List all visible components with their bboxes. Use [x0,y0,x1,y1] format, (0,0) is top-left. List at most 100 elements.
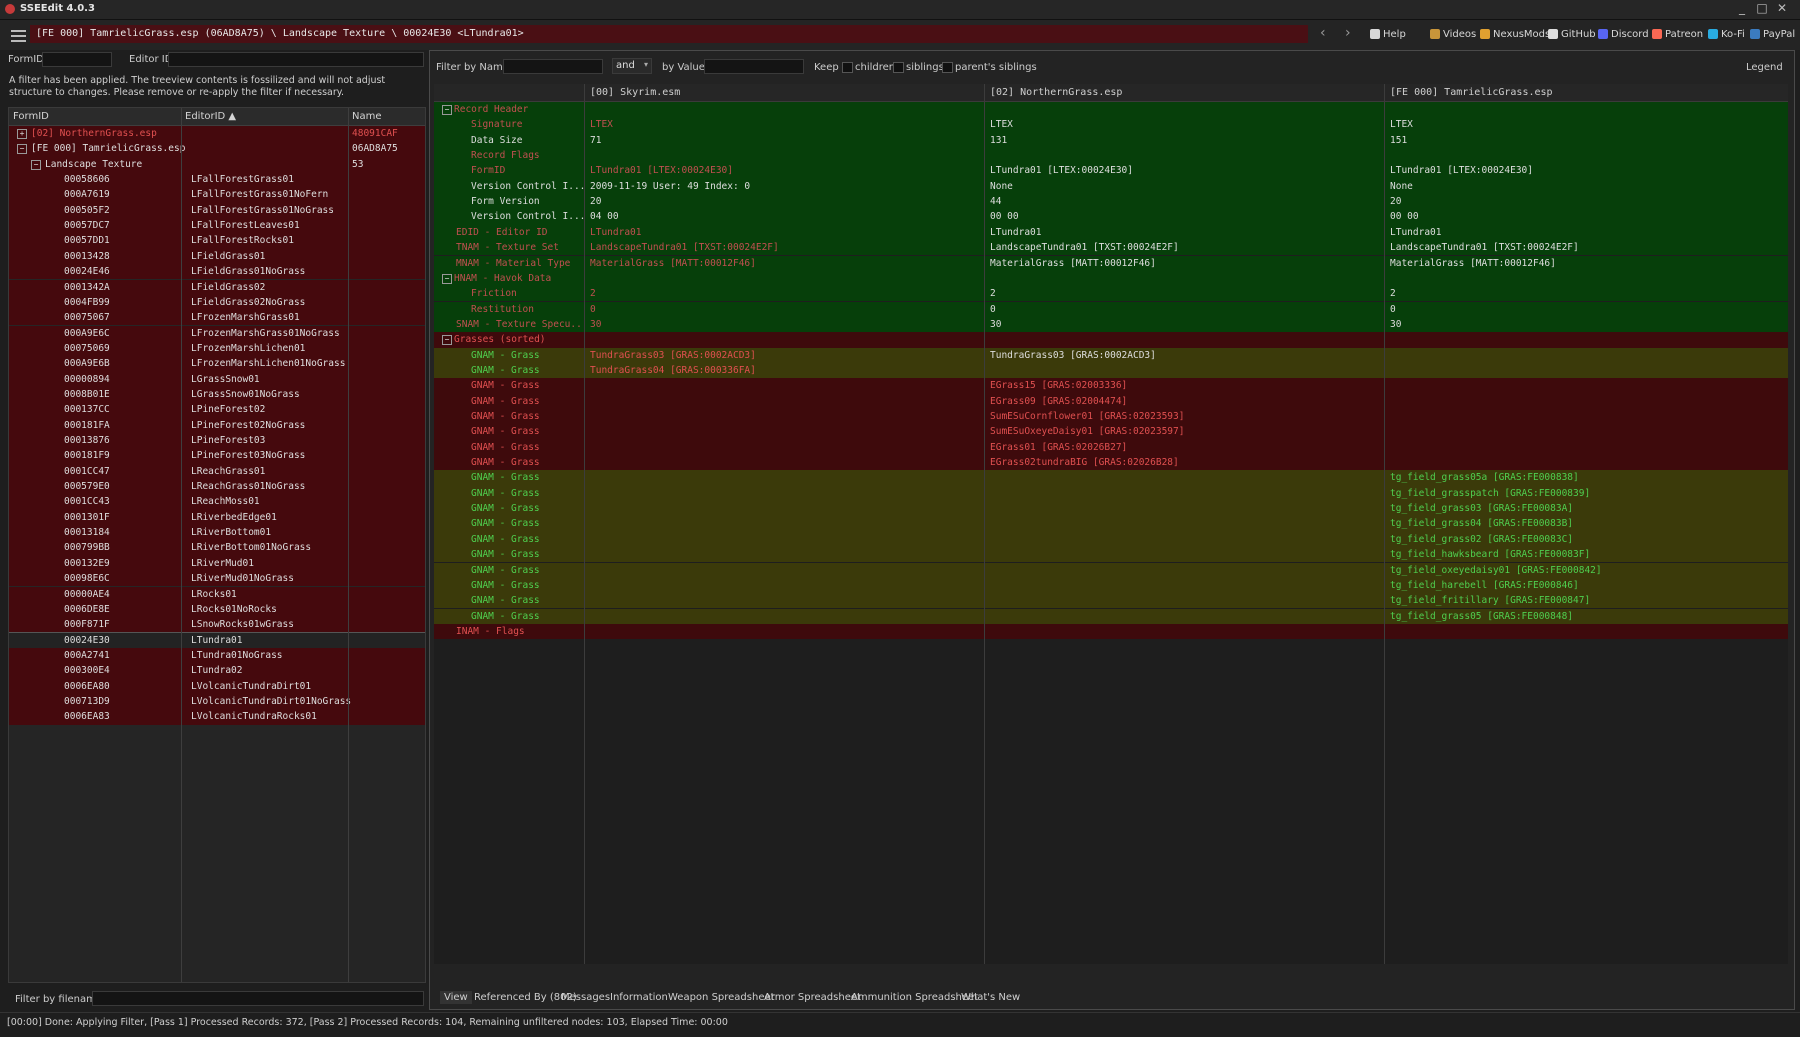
toolbar-link-3[interactable]: GitHub [1561,29,1596,40]
cell-value[interactable]: TundraGrass03 [GRAS:0002ACD3] [984,348,1384,363]
compare-row[interactable]: GNAM - Grass tg_field_grass05a [GRAS:FE00… [434,470,1788,486]
compare-row[interactable]: − Grasses (sorted) [434,332,1788,348]
toolbar-link-0[interactable]: Help [1383,29,1406,40]
record-row[interactable]: 0006EA83 LVolcanicTundraRocks01 [9,709,425,725]
compare-row[interactable]: EDID - Editor ID LTundra01 LTundra01 LTundr… [434,224,1788,241]
record-row[interactable]: 00057DD1 LFallForestRocks01 [9,233,425,249]
cell-value[interactable]: LTEX [1384,117,1788,132]
back-button[interactable]: ‹ [1320,25,1326,41]
cell-value[interactable]: SumESuOxeyeDaisy01 [GRAS:02023597] [984,424,1384,439]
github-icon[interactable] [1548,29,1558,39]
tree-node[interactable]: + [02] NorthernGrass.esp 48091CAF [9,126,425,142]
compare-row[interactable]: GNAM - Grass tg_field_grass05 [GRAS:FE000… [434,608,1788,624]
cell-value[interactable]: 2 [1384,286,1788,301]
compare-row[interactable]: GNAM - Grass tg_field_hawksbeard [GRAS:FE… [434,547,1788,563]
compare-row[interactable]: Version Control I... 2009-11-19 User: 49 … [434,178,1788,195]
record-row[interactable]: 0006EA80 LVolcanicTundraDirt01 [9,678,425,694]
record-row[interactable]: 000300E4 LTundra02 [9,663,425,679]
cell-value[interactable]: LTundra01 [1384,225,1788,240]
record-row[interactable]: 00057DC7 LFallForestLeaves01 [9,218,425,234]
cell-value[interactable]: tg_field_oxeyedaisy01 [GRAS:FE000842] [1384,563,1788,578]
cell-value[interactable]: 00 00 [1384,209,1788,224]
tab-0[interactable]: View [440,991,472,1004]
record-row[interactable]: 0006DE8E LRocks01NoRocks [9,601,425,618]
compare-row[interactable]: SNAM - Texture Specu... 30 30 30 [434,316,1788,333]
record-row[interactable]: 000137CC LPineForest02 [9,402,425,418]
compare-row[interactable]: GNAM - Grass TundraGrass04 [GRAS:000336FA… [434,362,1788,379]
cell-value[interactable]: LandscapeTundra01 [TXST:00024E2F] [1384,240,1788,255]
cell-value[interactable]: 0 [584,302,984,317]
tab-2[interactable]: Messages [561,992,610,1003]
expand-icon[interactable]: + [17,129,27,139]
cell-value[interactable]: 20 [1384,194,1788,209]
compare-row[interactable]: GNAM - Grass EGrass01 [GRAS:02026B27] [434,439,1788,455]
cell-value[interactable]: LandscapeTundra01 [TXST:00024E2F] [584,240,984,255]
column-header-tamrielicgrass[interactable]: [FE 000] TamrielicGrass.esp [1390,87,1553,98]
cell-value[interactable]: 30 [984,317,1384,332]
toolbar-link-5[interactable]: Patreon [1665,29,1703,40]
compare-row[interactable]: GNAM - Grass tg_field_fritillary [GRAS:FE… [434,593,1788,609]
record-row[interactable]: 000A9E6C LFrozenMarshGrass01NoGrass [9,325,425,341]
cell-value[interactable]: LTEX [984,117,1384,132]
record-row[interactable]: 0001CC47 LReachGrass01 [9,463,425,479]
column-header-northerngrass[interactable]: [02] NorthernGrass.esp [990,87,1122,98]
compare-row[interactable]: GNAM - Grass SumESuOxeyeDaisy01 [GRAS:020… [434,424,1788,440]
cell-value[interactable]: EGrass09 [GRAS:02004474] [984,394,1384,409]
record-row[interactable]: 000A2741 LTundra01NoGrass [9,647,425,664]
formid-column-header[interactable]: FormID [13,111,49,122]
compare-row[interactable]: − HNAM - Havok Data [434,270,1788,287]
record-row[interactable]: 00013184 LRiverBottom01 [9,525,425,541]
filter-filename-input[interactable] [92,991,424,1006]
cell-value[interactable]: 71 [584,133,984,148]
cell-value[interactable]: tg_field_harebell [GRAS:FE000846] [1384,578,1788,593]
video-icon[interactable] [1430,29,1440,39]
discord-icon[interactable] [1598,29,1608,39]
children-checkbox[interactable] [842,62,853,73]
tab-3[interactable]: Information [610,992,668,1003]
compare-row[interactable]: MNAM - Material Type MaterialGrass [MATT:… [434,255,1788,271]
cell-value[interactable]: LandscapeTundra01 [TXST:00024E2F] [984,240,1384,255]
cell-value[interactable]: LTundra01 [LTEX:00024E30] [584,163,984,178]
compare-row[interactable]: GNAM - Grass tg_field_grass03 [GRAS:FE000… [434,501,1788,517]
record-row[interactable]: 000799BB LRiverBottom01NoGrass [9,540,425,556]
cell-value[interactable]: EGrass01 [GRAS:02026B27] [984,440,1384,455]
cell-value[interactable]: EGrass02tundraBIG [GRAS:02026B28] [984,455,1384,470]
cell-value[interactable]: LTEX [584,117,984,132]
record-tree[interactable]: FormID EditorID ▲ Name + [02] NorthernGra… [8,107,426,983]
cell-value[interactable]: tg_field_fritillary [GRAS:FE000847] [1384,593,1788,608]
compare-row[interactable]: FormID LTundra01 [LTEX:00024E30] LTundra01… [434,163,1788,179]
forward-button[interactable]: › [1345,25,1351,41]
toolbar-link-4[interactable]: Discord [1611,29,1649,40]
close-button[interactable]: ✕ [1774,1,1790,15]
tree-node[interactable]: − Landscape Texture 53 [9,156,425,172]
cell-value[interactable]: tg_field_grass03 [GRAS:FE00083A] [1384,501,1788,516]
cell-value[interactable]: LTundra01 [984,225,1384,240]
cell-value[interactable]: LTundra01 [LTEX:00024E30] [984,163,1384,178]
cell-value[interactable]: 30 [1384,317,1788,332]
record-row[interactable]: 000181FA LPineForest02NoGrass [9,417,425,433]
book-icon[interactable] [1370,29,1380,39]
cell-value[interactable]: 04 00 [584,209,984,224]
filter-value-input[interactable] [704,59,804,74]
compare-row[interactable]: TNAM - Texture Set LandscapeTundra01 [TXS… [434,240,1788,256]
maximize-button[interactable]: □ [1754,1,1770,15]
cell-value[interactable]: SumESuCornflower01 [GRAS:02023593] [984,409,1384,424]
compare-row[interactable]: GNAM - Grass SumESuCornflower01 [GRAS:020… [434,409,1788,425]
and-or-select[interactable]: and ▾ [612,58,652,74]
record-row[interactable]: 000713D9 LVolcanicTundraDirt01NoGrass [9,693,425,710]
cell-value[interactable]: tg_field_grass04 [GRAS:FE00083B] [1384,516,1788,531]
cell-value[interactable]: MaterialGrass [MATT:00012F46] [1384,256,1788,271]
compare-row[interactable]: GNAM - Grass tg_field_oxeyedaisy01 [GRAS:… [434,562,1788,578]
editorid-column-header[interactable]: EditorID ▲ [185,111,236,122]
record-row[interactable]: 0001342A LFieldGrass02 [9,279,425,295]
record-row[interactable]: 000F871F LSnowRocks01wGrass [9,617,425,633]
record-row[interactable]: 000A9E6B LFrozenMarshLichen01NoGrass [9,356,425,372]
cell-value[interactable]: 0 [984,302,1384,317]
record-row[interactable]: 000505F2 LFallForestGrass01NoGrass [9,202,425,219]
compare-row[interactable]: GNAM - Grass tg_field_harebell [GRAS:FE00… [434,577,1788,594]
compare-row[interactable]: GNAM - Grass EGrass15 [GRAS:02003336] [434,378,1788,394]
compare-row[interactable]: Version Control I... 04 00 00 00 00 00 [434,209,1788,225]
tree-node[interactable]: − [FE 000] TamrielicGrass.esp 06AD8A75 [9,141,425,157]
cell-value[interactable]: TundraGrass04 [GRAS:000336FA] [584,363,984,378]
tab-5[interactable]: Armor Spreadsheet [764,992,861,1003]
